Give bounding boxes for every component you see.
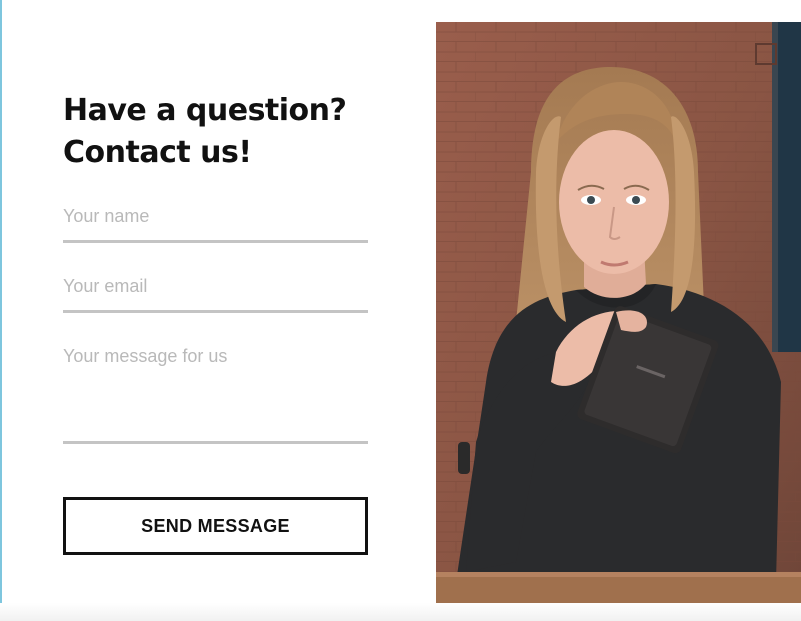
message-textarea[interactable] [63, 344, 368, 434]
title-line-1: Have a question? [63, 93, 347, 128]
form-title: Have a question? Contact us! [63, 90, 368, 174]
name-field [63, 204, 368, 243]
bottom-shadow [0, 603, 801, 621]
message-field [63, 344, 368, 444]
woman-holding-notebook-illustration [436, 22, 801, 621]
contact-photo [436, 22, 801, 621]
contact-form: Have a question? Contact us! SEND MESSAG… [63, 90, 368, 555]
name-input[interactable] [63, 204, 368, 228]
title-line-2: Contact us! [63, 135, 252, 170]
send-message-button[interactable]: SEND MESSAGE [63, 497, 368, 555]
contact-page: Have a question? Contact us! SEND MESSAG… [0, 0, 801, 621]
email-field [63, 274, 368, 313]
left-edge-accent [0, 0, 2, 621]
email-input[interactable] [63, 274, 368, 298]
